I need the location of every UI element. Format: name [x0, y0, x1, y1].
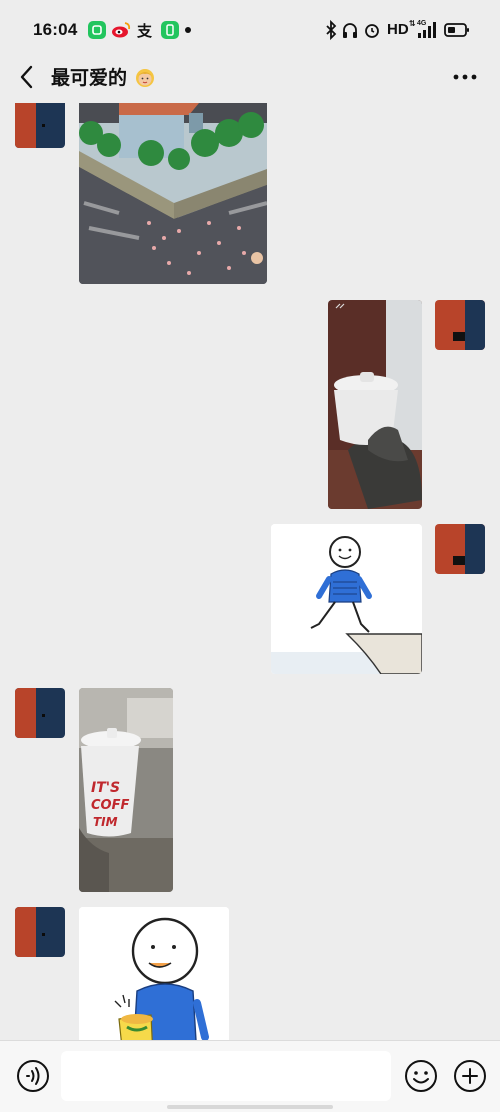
voice-icon[interactable] — [16, 1059, 50, 1093]
headphones-icon — [343, 23, 357, 38]
status-time: 16:04 — [33, 20, 78, 39]
weibo-icon — [111, 21, 131, 39]
more-dots-icon[interactable] — [448, 64, 482, 90]
blonde-girl-emoji — [136, 69, 155, 87]
contact-avatar[interactable] — [15, 103, 65, 148]
emoji-smile-icon[interactable] — [404, 1059, 438, 1093]
hand-holding-cup-video — [328, 300, 422, 509]
my-avatar[interactable] — [435, 524, 485, 574]
chat-sticker-message[interactable] — [79, 907, 229, 1040]
signal-icon — [418, 22, 436, 38]
chat-message-list[interactable]: IT'S COFF TIM — [0, 103, 500, 1040]
chat-image-message[interactable] — [79, 103, 267, 284]
svg-text:支: 支 — [136, 22, 153, 39]
bluetooth-icon — [326, 19, 337, 41]
eating-figure-sticker — [79, 907, 229, 1040]
chat-input-bar — [0, 1040, 500, 1112]
chat-title: 最可爱的 — [51, 63, 156, 90]
cup-text-line-3: TIM — [93, 815, 118, 829]
chat-video-message[interactable] — [328, 300, 422, 509]
alipay-icon: 支 — [136, 21, 154, 40]
home-indicator — [167, 1105, 333, 1109]
cup-text-line-1: IT'S — [91, 780, 120, 796]
battery-icon — [444, 23, 469, 37]
chat-sticker-message[interactable] — [271, 524, 422, 674]
plus-icon[interactable] — [453, 1059, 487, 1093]
cup-text-line-2: COFF — [91, 798, 129, 813]
contact-avatar[interactable] — [15, 907, 65, 957]
message-input[interactable] — [61, 1051, 391, 1101]
alarm-icon — [365, 24, 379, 38]
hd-label: HD — [387, 21, 409, 38]
status-bar: 16:04 支 HD ⇅ 4G — [0, 0, 500, 60]
walking-figure-sticker — [271, 524, 422, 674]
chat-title-text: 最可爱的 — [51, 68, 128, 89]
dot-icon — [185, 27, 191, 33]
app-green-2-icon — [161, 21, 179, 39]
contact-avatar[interactable] — [15, 688, 65, 738]
chevron-left-icon[interactable] — [15, 62, 39, 92]
chat-header: 最可爱的 — [0, 52, 500, 102]
my-avatar[interactable] — [435, 300, 485, 350]
app-green-icon — [88, 21, 106, 39]
chat-video-message[interactable]: IT'S COFF TIM — [79, 688, 173, 892]
cartoon-house-image — [79, 103, 267, 284]
coffee-cup-video: IT'S COFF TIM — [79, 688, 173, 892]
